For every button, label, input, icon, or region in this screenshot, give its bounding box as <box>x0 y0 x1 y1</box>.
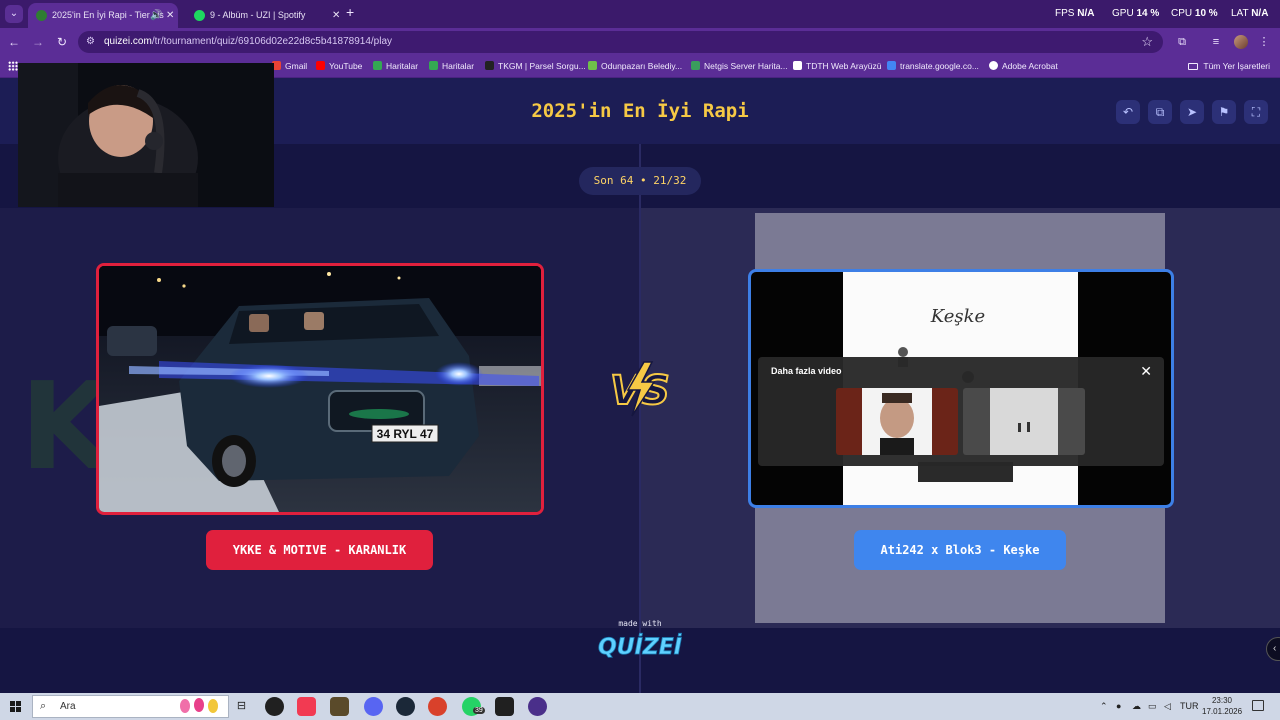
right-video-player[interactable]: Keşke Daha fazla video ✕ <box>748 269 1174 508</box>
round-indicator: Son 64 • 21/32 <box>579 167 701 195</box>
left-video-player[interactable]: 34 RYL 47 <box>96 263 544 515</box>
more-videos-title: Daha fazla video <box>771 366 842 376</box>
send-icon[interactable]: ➤ <box>1180 100 1204 124</box>
windows-taskbar: ⌕ Ara ⊟ 39 ⌃ ● ☁ ▭ ◁ TUR 23:30 17.01.202… <box>0 693 1280 720</box>
app-icon[interactable] <box>428 697 447 716</box>
tab-strip: ⌄ 2025'in En İyi Rapi - Tier Lis 🔊 ✕ 9 -… <box>0 0 1280 28</box>
whatsapp-badge: 39 <box>473 707 485 714</box>
undo-icon[interactable]: ↶ <box>1116 100 1140 124</box>
flag-icon[interactable]: ⚑ <box>1212 100 1236 124</box>
youtube-icon <box>316 61 325 70</box>
windows-start-icon[interactable] <box>10 701 21 712</box>
task-view-icon[interactable]: ⊟ <box>232 697 251 716</box>
bookmark-acrobat[interactable]: Adobe Acrobat <box>989 61 1058 71</box>
tulips-search-highlight-icon <box>180 698 218 713</box>
acrobat-icon <box>989 61 998 70</box>
location-pin-icon <box>485 61 494 70</box>
translate-icon <box>887 61 896 70</box>
tab-search-button[interactable]: ⌄ <box>5 5 23 23</box>
address-bar: ← → ↻ ⚙ quizei.com/tr/tournament/quiz/69… <box>0 28 1280 56</box>
netgis-icon <box>691 61 700 70</box>
notification-icon[interactable] <box>1252 700 1264 711</box>
site-info-icon[interactable]: ⚙ <box>86 36 95 47</box>
gpu-stat: GPU 14 % <box>1112 8 1160 19</box>
forward-icon[interactable]: → <box>30 34 46 50</box>
new-tab-button[interactable]: + <box>346 4 354 20</box>
apps-grid-icon[interactable] <box>8 61 18 71</box>
menu-icon[interactable]: ⋮ <box>1256 34 1272 50</box>
tab-close-icon[interactable]: ✕ <box>332 3 340 28</box>
suggested-video-thumbnail[interactable] <box>963 388 1085 455</box>
volume-icon[interactable]: ◁ <box>1164 701 1171 712</box>
bookmark-netgis[interactable]: Netgis Server Harita... <box>691 61 788 71</box>
chevron-left-icon[interactable]: ‹ <box>1266 637 1280 661</box>
odunpazari-icon <box>588 61 597 70</box>
taskbar-search-input[interactable]: ⌕ Ara <box>32 695 229 718</box>
quizei-logo[interactable]: QUİZEİ <box>590 630 690 660</box>
choose-right-button[interactable]: Ati242 x Blok3 - Keşke <box>854 530 1066 570</box>
network-icon[interactable]: ▭ <box>1148 701 1157 712</box>
league-icon[interactable] <box>330 697 349 716</box>
tab-spotify[interactable]: 9 - Albüm - UZI | Spotify ✕ <box>186 3 344 28</box>
media-controls-icon[interactable]: ≡ <box>1208 34 1224 50</box>
language-indicator[interactable]: TUR <box>1180 701 1199 711</box>
all-bookmarks-folder[interactable]: Tüm Yer İşaretleri <box>1188 61 1270 71</box>
speaker-icon[interactable]: 🔊 <box>150 3 162 28</box>
back-icon[interactable]: ← <box>6 34 22 50</box>
lat-stat: LAT N/A <box>1231 8 1269 19</box>
center-divider <box>639 144 641 693</box>
tab-quiz[interactable]: 2025'in En İyi Rapi - Tier Lis 🔊 ✕ <box>28 3 178 28</box>
bookmark-odunpazari[interactable]: Odunpazarı Belediy... <box>588 61 682 71</box>
fps-stat: FPS N/A <box>1055 8 1095 19</box>
chevron-up-icon[interactable]: ⌃ <box>1100 701 1108 712</box>
webcam-overlay <box>18 63 274 207</box>
bookmark-translate[interactable]: translate.google.co... <box>887 61 979 71</box>
bookmark-tkgm[interactable]: TKGM | Parsel Sorgu... <box>485 61 586 71</box>
suggested-video-thumbnail[interactable] <box>836 388 958 455</box>
choose-left-button[interactable]: YKKE & MOTIVE - KARANLIK <box>206 530 433 570</box>
bookmark-youtube[interactable]: YouTube <box>316 61 362 71</box>
bookmark-tdth[interactable]: TDTH Web Arayüzü <box>793 61 881 71</box>
microphone-icon[interactable]: ● <box>1116 701 1121 711</box>
maps-icon <box>429 61 438 70</box>
cpu-stat: CPU 10 % <box>1171 8 1218 19</box>
extensions-icon[interactable]: ⧉ <box>1174 34 1190 50</box>
folder-icon <box>1188 63 1199 70</box>
fullscreen-icon[interactable]: ⛶ <box>1244 100 1268 124</box>
url-path: /tr/tournament/quiz/69106d02e22d8c5b4187… <box>151 36 393 47</box>
bookmark-maps-2[interactable]: Haritalar <box>429 61 474 71</box>
obs-icon[interactable] <box>265 697 284 716</box>
tab-close-icon[interactable]: ✕ <box>166 3 174 28</box>
vs-badge: VS <box>609 361 671 417</box>
bookmark-gmail[interactable]: Gmail <box>272 61 307 71</box>
maps-icon <box>373 61 382 70</box>
made-with-label: made with <box>618 619 662 628</box>
steam-icon[interactable] <box>396 697 415 716</box>
url-input[interactable]: ⚙ quizei.com/tr/tournament/quiz/69106d02… <box>78 31 1163 53</box>
tdth-icon <box>793 61 802 70</box>
taskbar-clock[interactable]: 23:30 17.01.2026 <box>1202 695 1242 717</box>
night-car-video-frame: 34 RYL 47 <box>99 266 541 512</box>
spotify-icon <box>194 10 205 21</box>
quiz-favicon-icon <box>36 10 47 21</box>
browser-icon[interactable] <box>528 697 547 716</box>
music-icon[interactable] <box>297 697 316 716</box>
profile-avatar[interactable] <box>1234 35 1248 49</box>
close-icon[interactable]: ✕ <box>1140 363 1152 380</box>
cover-title: Keşke <box>930 306 985 327</box>
license-plate: 34 RYL 47 <box>377 427 434 441</box>
more-videos-overlay: Daha fazla video ✕ <box>758 357 1164 466</box>
epic-games-icon[interactable] <box>495 697 514 716</box>
share-icon[interactable]: ⧉ <box>1148 100 1172 124</box>
url-host: quizei.com <box>104 36 152 47</box>
bookmark-maps[interactable]: Haritalar <box>373 61 418 71</box>
search-icon: ⌕ <box>40 700 47 712</box>
svg-text:QUİZEİ: QUİZEİ <box>598 634 682 660</box>
reload-icon[interactable]: ↻ <box>54 34 70 50</box>
bookmark-star-icon[interactable]: ☆ <box>1141 34 1153 50</box>
discord-icon[interactable] <box>364 697 383 716</box>
cloud-icon[interactable]: ☁ <box>1132 701 1141 712</box>
